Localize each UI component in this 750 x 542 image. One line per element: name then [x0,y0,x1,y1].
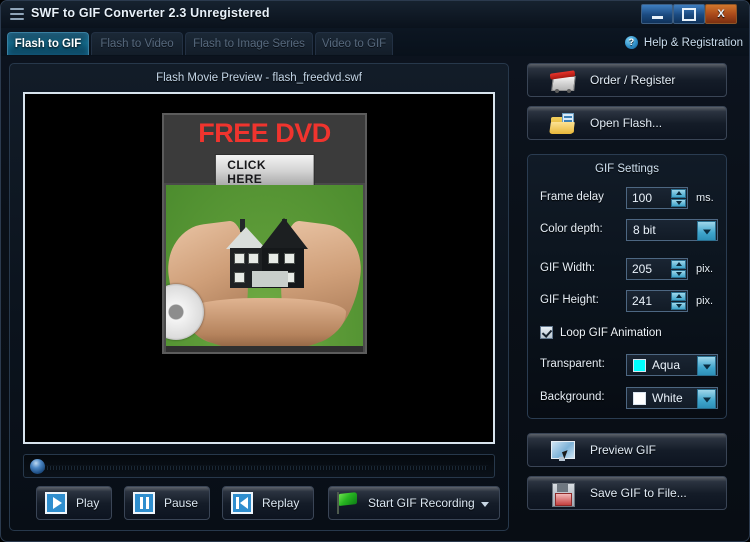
gif-settings-group: GIF Settings Frame delay 100 ms. Color d… [527,154,727,419]
background-color-select[interactable]: White [626,387,718,409]
gif-settings-title: GIF Settings [595,163,659,175]
help-label: Help & Registration [643,36,743,49]
background-value: White [652,391,683,405]
gif-width-stepper[interactable] [671,260,686,278]
gif-width-label: GIF Width: [540,262,595,274]
frame-delay-stepper[interactable] [671,189,686,207]
preview-gif-label: Preview GIF [590,443,657,457]
title-bar: SWF to GIF Converter 2.3 Unregistered X [1,1,749,29]
right-sidebar: Order / Register Open Flash... GIF Setti… [519,63,743,510]
tab-flash-to-video[interactable]: Flash to Video [91,32,183,55]
replay-button[interactable]: Replay [222,486,314,520]
replay-icon [231,492,253,514]
save-gif-to-file-button[interactable]: Save GIF to File... [527,476,727,510]
pause-label: Pause [164,496,199,510]
ad-headline: FREE DVD [198,118,331,148]
seek-thumb[interactable] [30,459,45,474]
open-folder-icon [549,112,576,136]
preview-title: Flash Movie Preview - flash_freedvd.swf [156,72,362,84]
close-button[interactable]: X [705,4,737,24]
pause-icon [133,492,155,514]
gif-width-row: GIF Width: 205 pix. [540,258,718,280]
transparent-color-swatch [633,358,646,372]
chevron-down-icon[interactable] [697,221,716,241]
replay-label: Replay [262,496,300,510]
open-flash-button[interactable]: Open Flash... [527,106,727,140]
color-depth-label: Color depth: [540,223,603,235]
open-flash-label: Open Flash... [590,116,663,130]
preview-gif-button[interactable]: Preview GIF [527,433,727,467]
house-illustration [222,215,308,291]
color-depth-select[interactable]: 8 bit [626,219,718,241]
flash-stage[interactable]: FREE DVD CLICK HERE [23,92,495,444]
seek-bar[interactable] [23,454,495,478]
gif-width-input[interactable]: 205 [626,258,688,280]
transparent-value: Aqua [652,358,681,372]
transparent-row: Transparent: Aqua [540,354,718,376]
floppy-save-icon [550,482,576,507]
tab-video-to-gif[interactable]: Video to GIF [315,32,393,55]
start-recording-label: Start GIF Recording [368,496,475,510]
ad-photo [166,185,363,352]
frame-delay-row: Frame delay 100 ms. [540,187,718,209]
seek-track[interactable] [38,465,488,470]
gif-height-value: 241 [632,294,653,308]
transparent-color-select[interactable]: Aqua [626,354,718,376]
gif-height-stepper[interactable] [671,292,686,310]
gif-height-row: GIF Height: 241 pix. [540,290,718,312]
frame-delay-input[interactable]: 100 [626,187,688,209]
gif-height-label: GIF Height: [540,294,599,306]
maximize-icon [682,7,696,21]
background-label: Background: [540,391,605,403]
transparent-label: Transparent: [540,358,605,370]
order-register-label: Order / Register [590,73,676,87]
frame-delay-label: Frame delay [540,191,604,203]
gif-width-value: 205 [632,262,653,276]
question-icon: ? [624,36,638,49]
ad-footer [166,346,363,352]
close-icon: X [717,8,725,20]
gif-width-unit: pix. [696,263,714,275]
minimize-icon [651,15,663,19]
save-gif-label: Save GIF to File... [590,486,687,500]
loop-gif-animation-row: Loop GIF Animation [540,323,718,345]
hamburger-menu-icon[interactable] [10,8,24,20]
minimize-button[interactable] [641,4,673,24]
start-gif-recording-button[interactable]: Start GIF Recording [328,486,500,520]
monitor-preview-icon [550,439,576,463]
color-depth-value: 8 bit [633,223,656,237]
shopping-cart-icon [549,69,576,93]
frame-delay-unit: ms. [696,192,714,204]
order-register-button[interactable]: Order / Register [527,63,727,97]
chevron-down-icon[interactable] [481,502,489,507]
color-depth-row: Color depth: 8 bit [540,219,718,241]
tab-flash-to-image-series[interactable]: Flash to Image Series [185,32,313,55]
maximize-button[interactable] [673,4,705,24]
flash-movie-ad[interactable]: FREE DVD CLICK HERE [162,113,367,354]
frame-delay-value: 100 [632,191,653,205]
pause-button[interactable]: Pause [124,486,210,520]
background-color-swatch [633,391,646,405]
play-button[interactable]: Play [36,486,112,520]
gif-height-input[interactable]: 241 [626,290,688,312]
gif-height-unit: pix. [696,295,714,307]
window-title: SWF to GIF Converter 2.3 Unregistered [31,6,270,20]
play-icon [45,492,67,514]
loop-gif-label[interactable]: Loop GIF Animation [560,327,662,339]
tab-bar: Flash to GIF Flash to Video Flash to Ima… [1,28,749,56]
chevron-down-icon[interactable] [697,356,716,376]
application-window: SWF to GIF Converter 2.3 Unregistered X … [0,0,750,542]
play-label: Play [76,496,100,510]
preview-panel: Flash Movie Preview - flash_freedvd.swf … [9,63,509,531]
background-row: Background: White [540,387,718,409]
chevron-down-icon[interactable] [697,389,716,409]
tab-flash-to-gif[interactable]: Flash to GIF [7,32,89,55]
flag-icon [335,492,359,514]
loop-gif-checkbox[interactable] [540,326,553,339]
help-and-registration-link[interactable]: ? Help & Registration [624,36,743,49]
